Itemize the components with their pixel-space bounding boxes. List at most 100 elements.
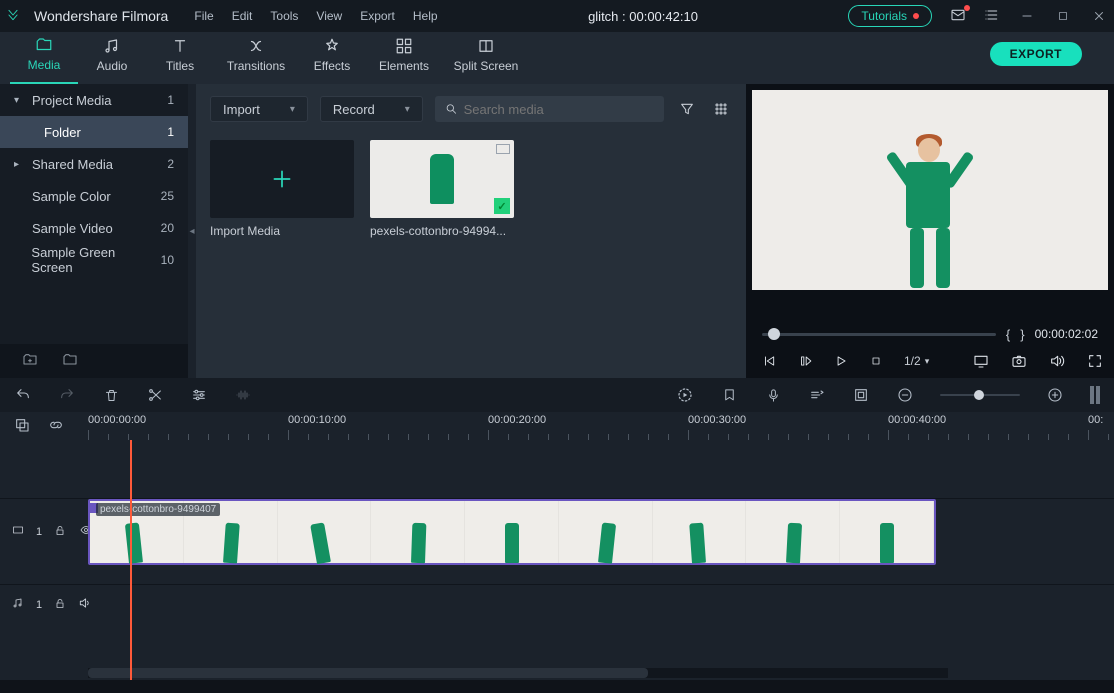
sidebar-item-project-media[interactable]: ▾ Project Media1 (0, 84, 188, 116)
snapshot-icon[interactable] (1011, 352, 1027, 370)
track-video-icon (12, 524, 24, 539)
playhead[interactable] (130, 440, 132, 680)
window-maximize-button[interactable] (1054, 7, 1072, 25)
tutorials-button[interactable]: Tutorials (848, 5, 932, 27)
audio-mixer-icon[interactable] (808, 386, 826, 404)
record-dropdown[interactable]: Record▾ (320, 96, 423, 122)
tab-elements[interactable]: Elements (366, 32, 442, 84)
play-pause-button[interactable] (798, 352, 812, 370)
menu-edit[interactable]: Edit (232, 9, 253, 23)
prev-frame-button[interactable] (762, 352, 776, 370)
preview-panel: { } 00:00:02:02 1/2▾ (746, 84, 1114, 378)
crop-icon[interactable] (852, 386, 870, 404)
window-close-button[interactable] (1090, 7, 1108, 25)
mail-icon[interactable] (950, 7, 966, 26)
menu-file[interactable]: File (194, 9, 213, 23)
timeline-ruler[interactable]: 00:00:00:0000:00:10:0000:00:20:0000:00:3… (88, 412, 1114, 440)
media-clip-tile[interactable]: ✓ pexels-cottonbro-94994... (370, 140, 514, 238)
display-icon[interactable] (973, 352, 989, 370)
tab-split-screen[interactable]: Split Screen (442, 32, 530, 84)
app-name: Wondershare Filmora (34, 8, 168, 24)
notification-dot-icon (913, 13, 919, 19)
stop-button[interactable] (870, 352, 882, 370)
render-icon[interactable] (676, 386, 694, 404)
timeline-tracks: 1 pexels-cottonbro-9499407 (0, 440, 1114, 680)
voiceover-icon[interactable] (764, 386, 782, 404)
folder-icon[interactable] (62, 352, 78, 371)
import-dropdown[interactable]: Import▾ (210, 96, 308, 122)
panel-collapse-handle[interactable]: ◂ (188, 84, 196, 378)
undo-button[interactable] (14, 386, 32, 404)
track-index: 1 (36, 526, 42, 538)
import-media-tile[interactable]: Import Media (210, 140, 354, 238)
sidebar-item-shared-media[interactable]: ▸ Shared Media2 (0, 148, 188, 180)
redo-button[interactable] (58, 386, 76, 404)
clip-type-icon (496, 144, 510, 154)
notification-dot-icon (964, 5, 970, 11)
preview-timecode: 00:00:02:02 (1035, 327, 1098, 341)
zoom-in-button[interactable] (1046, 386, 1064, 404)
menu-view[interactable]: View (316, 9, 342, 23)
clip-name-label: pexels-cottonbro-9499407 (96, 503, 220, 516)
tab-transitions[interactable]: Transitions (214, 32, 298, 84)
title-bar: Wondershare Filmora File Edit Tools View… (0, 0, 1114, 32)
tab-audio[interactable]: Audio (78, 32, 146, 84)
search-input[interactable] (464, 102, 654, 117)
list-icon[interactable] (984, 7, 1000, 26)
search-media-field[interactable] (435, 96, 664, 122)
timeline-scrollbar[interactable] (88, 668, 948, 678)
zoom-out-button[interactable] (896, 386, 914, 404)
plus-icon (269, 166, 295, 192)
track-lock-icon[interactable] (54, 597, 66, 613)
fullscreen-icon[interactable] (1087, 352, 1103, 370)
grid-view-icon[interactable] (710, 98, 732, 120)
track-index: 1 (36, 599, 42, 611)
volume-icon[interactable] (1049, 352, 1065, 370)
media-panel: Import▾ Record▾ Import Media ✓ pexels-co… (196, 84, 746, 378)
export-button[interactable]: EXPORT (990, 42, 1082, 66)
zoom-fit-button[interactable] (1090, 386, 1100, 404)
timeline-clip[interactable]: pexels-cottonbro-9499407 (88, 499, 936, 565)
project-title: glitch : 00:00:42:10 (452, 9, 835, 24)
menu-bar: File Edit Tools View Export Help (194, 9, 437, 23)
sidebar-item-folder[interactable]: Folder1 (0, 116, 188, 148)
preview-scrubber[interactable] (762, 333, 996, 336)
search-icon (445, 102, 458, 116)
timeline-toolbar (0, 378, 1114, 412)
check-icon: ✓ (494, 198, 510, 214)
zoom-slider[interactable] (940, 394, 1020, 396)
timeline-link-icon[interactable] (48, 417, 64, 436)
waveform-icon[interactable] (234, 386, 252, 404)
filter-icon[interactable] (676, 98, 698, 120)
new-folder-icon[interactable] (22, 352, 38, 371)
play-button[interactable] (834, 352, 848, 370)
tab-media[interactable]: Media (10, 32, 78, 84)
caret-right-icon: ▸ (14, 159, 24, 170)
sidebar-item-sample-video[interactable]: Sample Video20 (0, 212, 188, 244)
ribbon: Media Audio Titles Transitions Effects E… (0, 32, 1114, 84)
split-button[interactable] (146, 386, 164, 404)
menu-help[interactable]: Help (413, 9, 438, 23)
menu-tools[interactable]: Tools (270, 9, 298, 23)
video-track[interactable]: 1 pexels-cottonbro-9499407 (0, 498, 1114, 564)
playback-speed-dropdown[interactable]: 1/2▾ (904, 354, 929, 368)
mark-in-icon[interactable]: { (1006, 327, 1010, 342)
tab-effects[interactable]: Effects (298, 32, 366, 84)
preview-video[interactable] (752, 90, 1108, 290)
sidebar-item-sample-color[interactable]: Sample Color25 (0, 180, 188, 212)
caret-down-icon: ▾ (14, 95, 24, 106)
track-audio-icon (12, 597, 24, 612)
mark-out-icon[interactable]: } (1020, 327, 1024, 342)
track-lock-icon[interactable] (54, 524, 66, 540)
sidebar-item-sample-green-screen[interactable]: Sample Green Screen10 (0, 244, 188, 276)
adjust-icon[interactable] (190, 386, 208, 404)
audio-track[interactable]: 1 (0, 584, 1114, 624)
window-minimize-button[interactable] (1018, 7, 1036, 25)
media-sidebar: ▾ Project Media1 Folder1 ▸ Shared Media2… (0, 84, 188, 378)
menu-export[interactable]: Export (360, 9, 395, 23)
marker-icon[interactable] (720, 386, 738, 404)
app-logo-icon (6, 8, 20, 25)
tab-titles[interactable]: Titles (146, 32, 214, 84)
timeline-snap-icon[interactable] (14, 417, 30, 436)
delete-button[interactable] (102, 386, 120, 404)
